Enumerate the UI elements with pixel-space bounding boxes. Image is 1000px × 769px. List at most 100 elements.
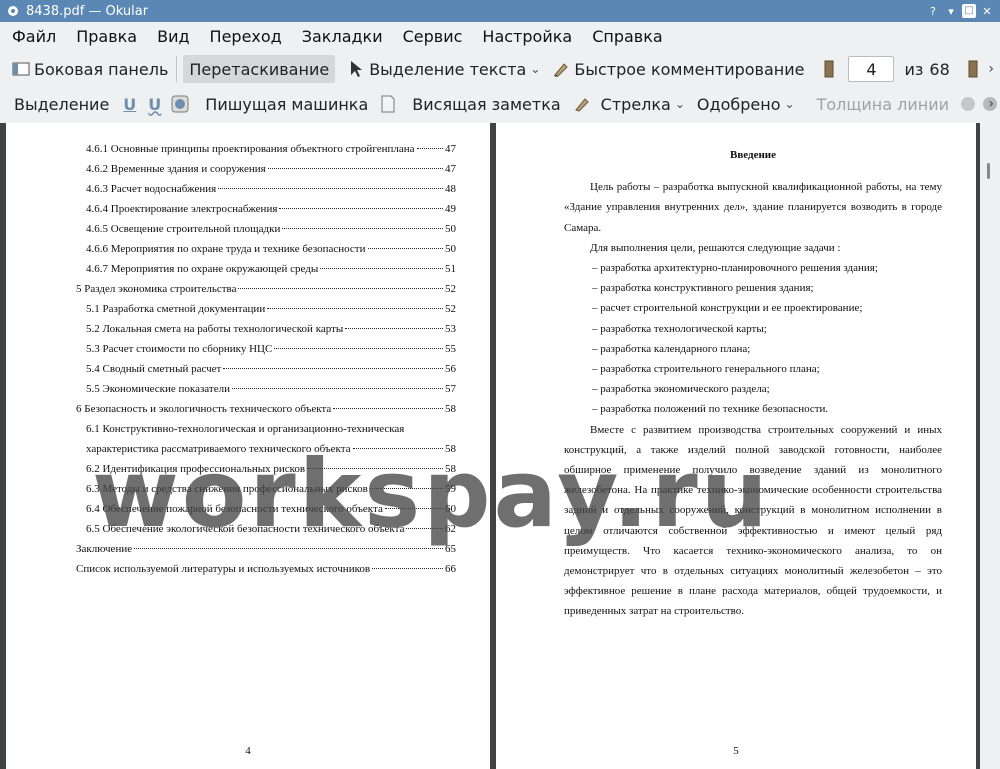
toc-leader-dots <box>218 188 443 189</box>
toc-entry-title: 4.6.3 Расчет водоснабжения <box>86 183 217 195</box>
quick-annotate-button[interactable]: Быстрое комментирование <box>546 55 810 83</box>
toc-entry-page: 60 <box>445 503 456 515</box>
typewriter-tool[interactable]: Пишущая машинка <box>199 90 374 118</box>
toc-entry-page: 58 <box>445 443 456 455</box>
menu-help[interactable]: Справка <box>584 27 671 46</box>
strikeout-icon[interactable] <box>171 95 189 113</box>
next-page-icon[interactable] <box>964 60 982 78</box>
minimize-icon[interactable]: ▾ <box>944 4 958 18</box>
drag-mode-button[interactable]: Перетаскивание <box>183 55 336 83</box>
list-item: – разработка технологической карты; <box>592 322 767 335</box>
maximize-icon[interactable]: □ <box>962 4 976 18</box>
menu-go[interactable]: Переход <box>202 27 290 46</box>
toc-entry-title: 5.5 Экономические показатели <box>86 383 230 395</box>
page-number: 4 <box>245 745 251 757</box>
list-item: – разработка экономического раздела; <box>592 383 770 396</box>
toc-entry-page: 47 <box>445 163 456 175</box>
menu-bookmarks[interactable]: Закладки <box>294 27 391 46</box>
arrow-label: Стрелка <box>600 94 671 114</box>
arrow-tool-icon[interactable] <box>573 95 591 113</box>
previous-page-icon[interactable] <box>820 60 838 78</box>
close-icon[interactable]: ✕ <box>980 4 994 18</box>
menu-settings[interactable]: Настройка <box>474 27 580 46</box>
toc-entry-title: характеристика рассматриваемого техничес… <box>86 443 351 455</box>
paragraph: Для выполнения цели, решаются следующие … <box>590 241 841 254</box>
menu-file[interactable]: Файл <box>4 27 64 46</box>
highlight-tool[interactable]: Выделение <box>8 90 115 118</box>
toc-entry-title: 4.6.7 Мероприятия по охране окружающей с… <box>86 263 319 275</box>
toc-leader-dots <box>345 328 443 329</box>
toc-entry-page: 51 <box>445 263 456 275</box>
toc-entry-title: 6.3 Методы и средства снижения профессио… <box>86 483 368 495</box>
toc-entry: 5.3 Расчет стоимости по сборнику НЦС 55 <box>76 343 456 363</box>
text-select-label: Выделение текста <box>369 59 527 79</box>
paragraph: Вместе с развитием производства строител… <box>564 423 942 618</box>
stamp-tool[interactable]: Одобрено ⌄ <box>691 90 801 118</box>
table-of-contents: 4.6.1 Основные принципы проектирования о… <box>76 143 456 583</box>
toc-leader-dots <box>267 168 443 169</box>
vertical-scrollbar[interactable] <box>980 123 1000 769</box>
toc-entry-title: 6.5 Обеспечение экологической безопаснос… <box>86 523 405 535</box>
line-width-control[interactable]: Толщина линии <box>811 90 956 118</box>
toc-leader-dots <box>372 568 443 569</box>
sidebar-icon <box>12 60 30 78</box>
toc-entry-title: 4.6.2 Временные здания и сооружения <box>86 163 266 175</box>
chevron-down-icon[interactable]: ⌄ <box>675 97 685 111</box>
toc-entry: 6.2 Идентификация профессиональных риско… <box>76 463 456 483</box>
separator <box>176 56 178 82</box>
toc-entry-title: 6.2 Идентификация профессиональных риско… <box>86 463 306 475</box>
toc-entry-title: 5.1 Разработка сметной документации <box>86 303 266 315</box>
chevron-down-icon[interactable]: ⌄ <box>530 62 540 76</box>
toc-entry-title: 4.6.4 Проектирование электроснабжения <box>86 203 278 215</box>
sidebar-label: Боковая панель <box>34 59 169 79</box>
chevron-down-icon[interactable]: ⌄ <box>784 97 794 111</box>
toc-entry-page: 52 <box>445 303 456 315</box>
menu-edit[interactable]: Правка <box>68 27 145 46</box>
toc-entry-title: Заключение <box>76 543 133 555</box>
sidebar-button[interactable]: Боковая панель <box>6 55 174 83</box>
page-total-label: 68 <box>929 59 950 79</box>
menu-view[interactable]: Вид <box>149 27 197 46</box>
help-icon[interactable]: ? <box>926 4 940 18</box>
paragraph: Цель работы – разработка выпускной квали… <box>564 181 942 234</box>
okular-app-icon <box>6 4 20 18</box>
toc-entry: характеристика рассматриваемого техничес… <box>76 443 456 463</box>
toolbar-overflow-icon[interactable]: › <box>988 96 994 112</box>
title-bar: 8438.pdf — Okular ? ▾ □ ✕ <box>0 0 1000 22</box>
menu-bar: Файл Правка Вид Переход Закладки Сервис … <box>0 22 1000 50</box>
quick-annotate-label: Быстрое комментирование <box>574 59 805 79</box>
menu-tools[interactable]: Сервис <box>395 27 471 46</box>
toc-leader-dots <box>223 368 443 369</box>
main-toolbar: Боковая панель Перетаскивание Выделение … <box>0 52 1000 86</box>
popup-note-tool[interactable]: Висящая заметка <box>406 90 566 118</box>
toc-leader-dots <box>307 468 443 469</box>
stamp-label: Одобрено <box>696 94 781 114</box>
arrow-tool[interactable]: Стрелка ⌄ <box>595 90 691 118</box>
scroll-thumb[interactable] <box>987 163 990 179</box>
underline-icon[interactable]: U <box>123 95 136 114</box>
page-number-input[interactable]: 4 <box>848 56 895 82</box>
toc-entry: 4.6.3 Расчет водоснабжения 48 <box>76 183 456 203</box>
toc-leader-dots <box>320 268 443 269</box>
toc-entry-page: 66 <box>445 563 456 575</box>
toc-leader-dots <box>282 228 443 229</box>
toc-entry-title: 6.4 Обеспечение пожарной безопасности те… <box>86 503 383 515</box>
toc-entry-page: 55 <box>445 343 456 355</box>
toc-entry-page: 48 <box>445 183 456 195</box>
annotation-toolbar: Выделение U U Пишущая машинка Висящая за… <box>0 87 1000 121</box>
squiggle-icon[interactable]: U <box>148 95 161 114</box>
drag-mode-label: Перетаскивание <box>189 59 330 79</box>
toolbar-overflow-icon[interactable]: › <box>988 61 994 77</box>
list-item: – разработка архитектурно-планировочного… <box>592 262 878 275</box>
toc-leader-dots <box>352 448 443 449</box>
document-viewport[interactable]: 4.6.1 Основные принципы проектирования о… <box>0 123 1000 769</box>
toc-entry-title: 5 Раздел экономика строительства <box>76 283 237 295</box>
text-select-button[interactable]: Выделение текста ⌄ <box>341 55 546 83</box>
note-icon[interactable] <box>380 95 396 113</box>
color-picker-icon[interactable] <box>959 95 977 113</box>
toc-entry: 5.4 Сводный сметный расчет 56 <box>76 363 456 383</box>
toc-entry-page: 65 <box>445 543 456 555</box>
pdf-page-5: Введение Цель работы – разработка выпуск… <box>496 123 976 769</box>
section-heading: Введение <box>729 149 777 161</box>
list-item: – разработка положений по технике безопа… <box>592 403 829 416</box>
